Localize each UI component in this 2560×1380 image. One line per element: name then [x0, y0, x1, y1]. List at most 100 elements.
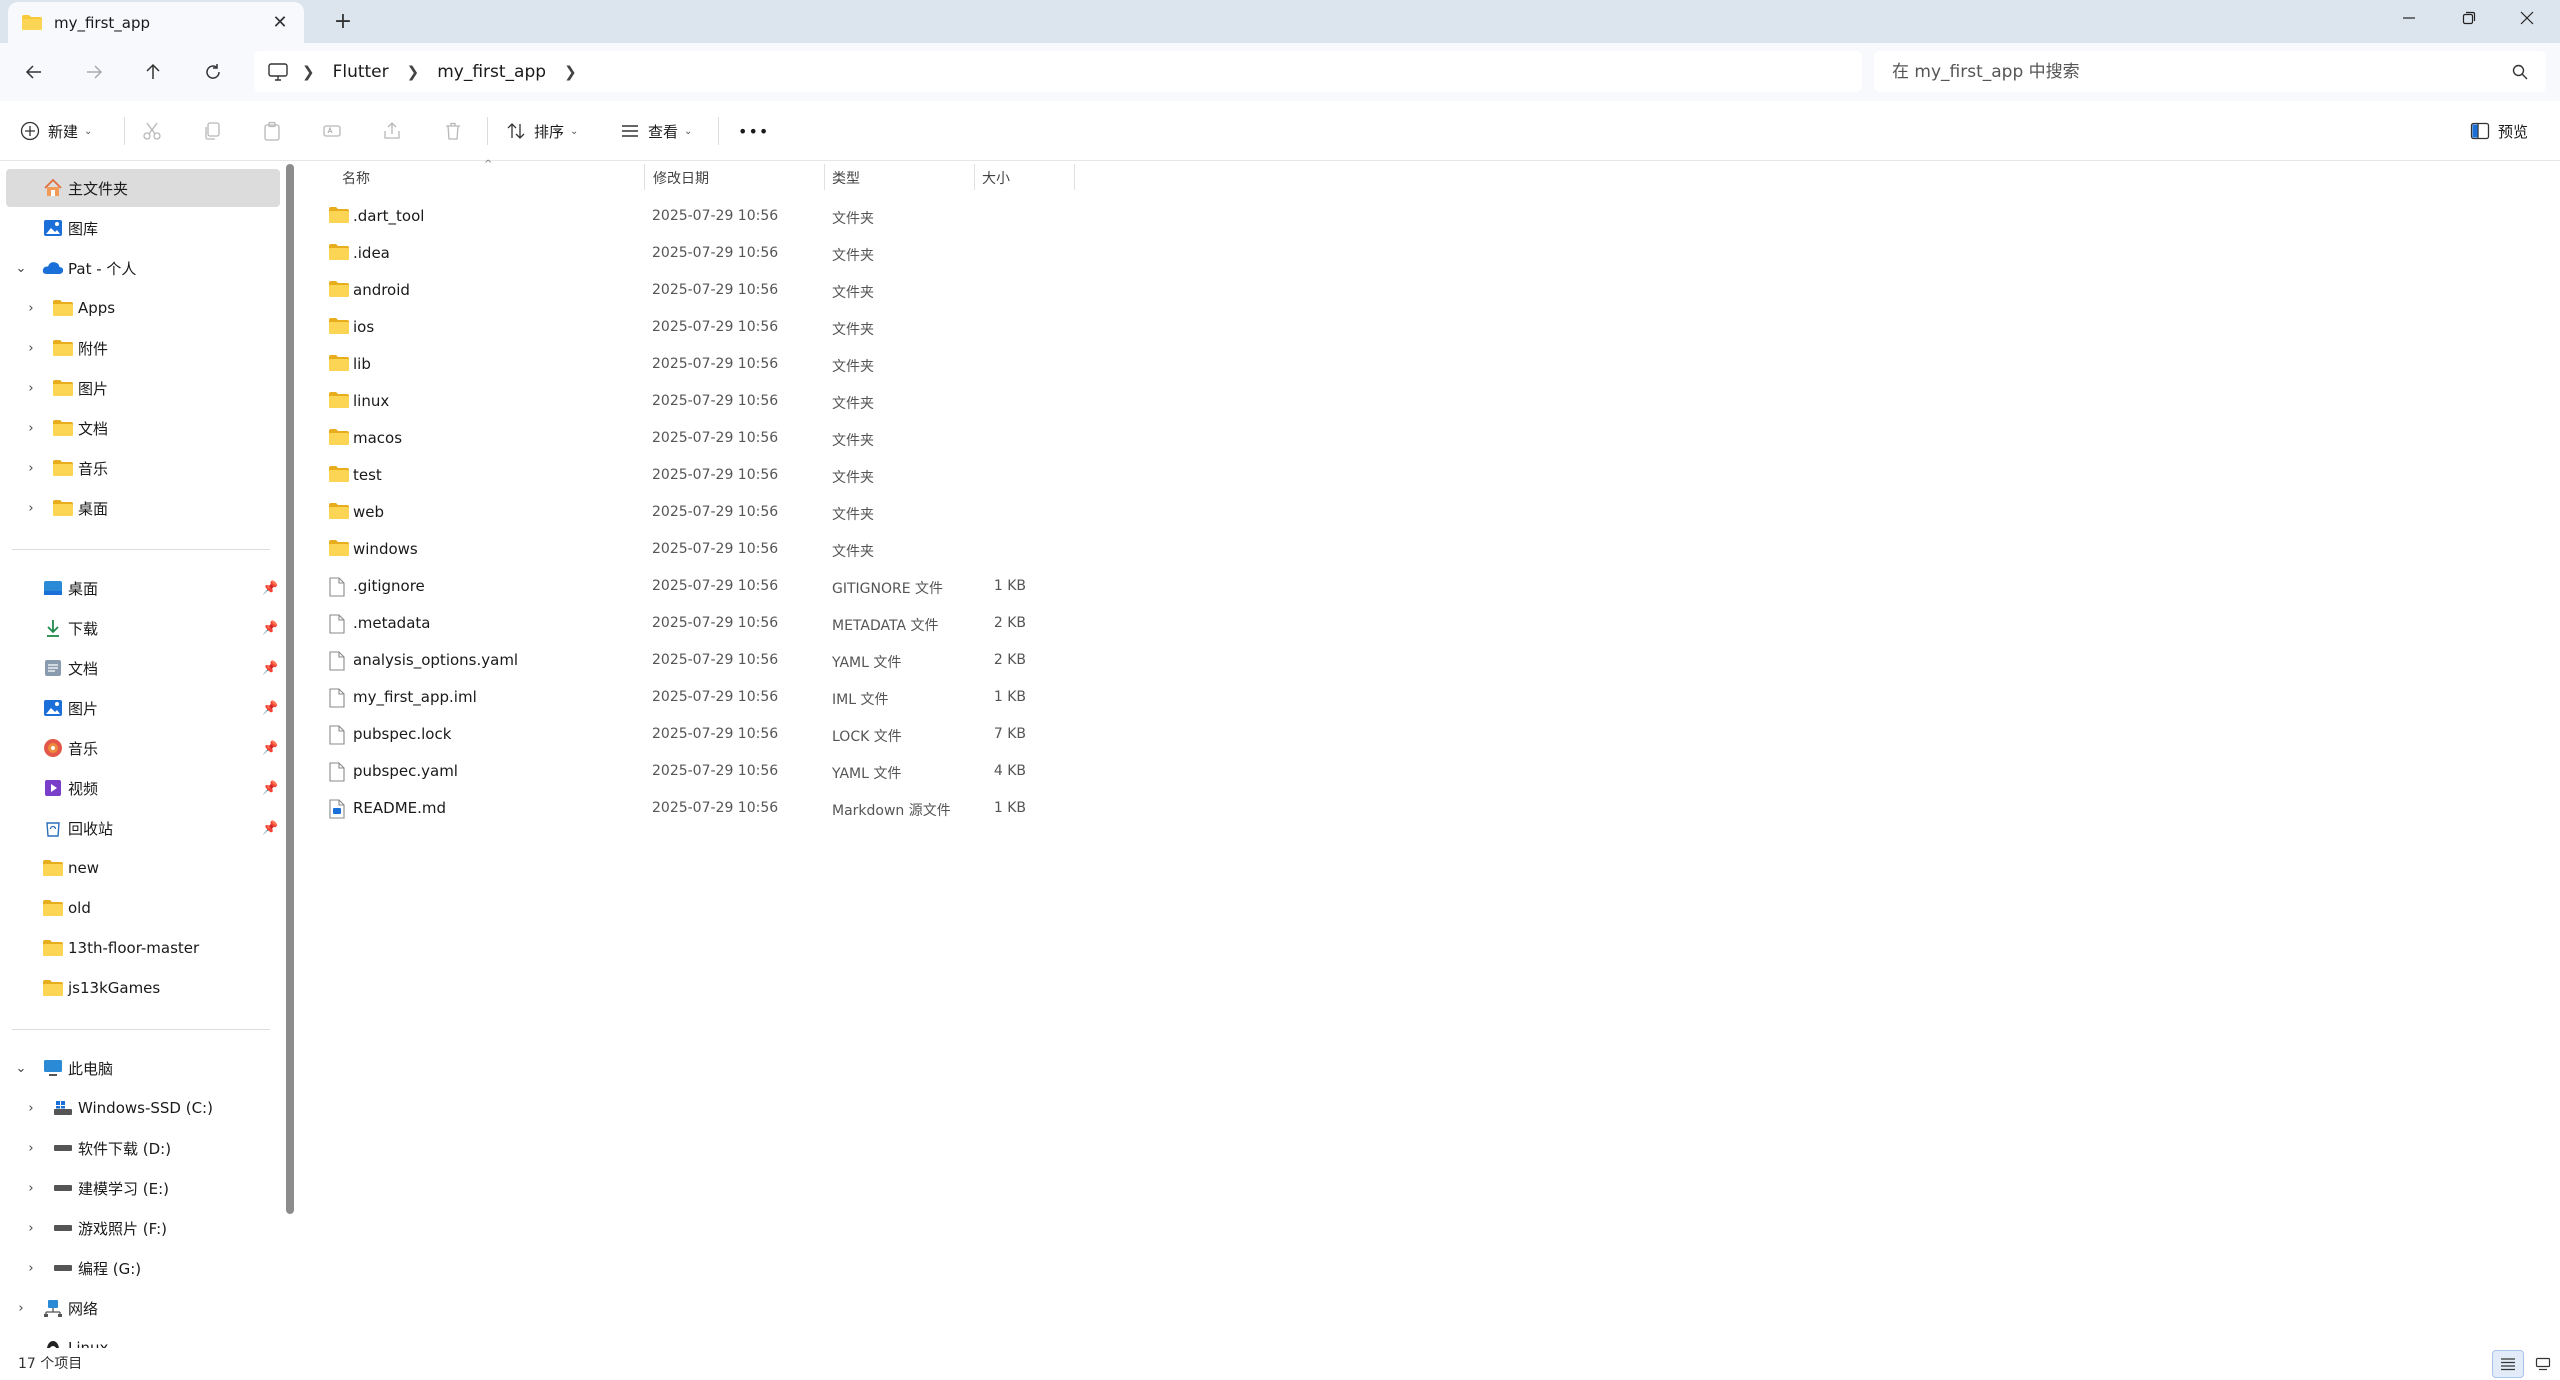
file-name[interactable]: .dart_tool [353, 207, 424, 225]
sidebar-scrollbar[interactable] [286, 164, 294, 1214]
sidebar-item-drive-f[interactable]: › 游戏照片 (F:) [6, 1209, 280, 1247]
pin-icon[interactable]: 📌 [262, 781, 278, 796]
file-name[interactable]: analysis_options.yaml [353, 651, 518, 669]
table-row[interactable]: README.md 2025-07-29 10:56 Markdown 源文件 1 K… [324, 790, 1104, 827]
pin-icon[interactable]: 📌 [262, 621, 278, 636]
details-view-button[interactable] [2492, 1350, 2524, 1378]
sidebar-item-recycle-bin[interactable]: 回收站 📌 [6, 809, 280, 847]
sidebar-item-onedrive-documents[interactable]: › 文档 [6, 409, 280, 447]
up-button[interactable] [137, 56, 169, 88]
file-name[interactable]: README.md [353, 799, 446, 817]
column-header-date[interactable]: 修改日期 [653, 168, 709, 188]
back-button[interactable] [18, 56, 50, 88]
pin-icon[interactable]: 📌 [262, 701, 278, 716]
chevron-right-icon[interactable]: › [24, 421, 38, 436]
delete-button[interactable] [443, 115, 463, 147]
breadcrumb[interactable]: ❯ Flutter ❯ my_first_app ❯ [254, 51, 1862, 92]
close-window-button[interactable] [2498, 0, 2556, 36]
chevron-right-icon[interactable]: › [24, 1221, 38, 1236]
chevron-down-icon[interactable]: ⌄ [14, 261, 28, 276]
table-row[interactable]: pubspec.yaml 2025-07-29 10:56 YAML 文件 4 KB [324, 753, 1104, 790]
column-header-type[interactable]: 类型 [832, 168, 860, 188]
new-button[interactable]: 新建 ⌄ [20, 115, 92, 147]
more-options-button[interactable]: ••• [738, 115, 769, 147]
large-icons-view-button[interactable] [2528, 1350, 2558, 1378]
new-tab-button[interactable]: + [328, 8, 358, 36]
minimize-button[interactable] [2380, 0, 2438, 36]
file-name[interactable]: .metadata [353, 614, 430, 632]
table-row[interactable]: macos 2025-07-29 10:56 文件夹 [324, 420, 1104, 457]
computer-icon[interactable] [268, 62, 288, 81]
column-resize-handle[interactable] [1074, 164, 1075, 190]
sidebar-item-onedrive-pictures[interactable]: › 图片 [6, 369, 280, 407]
chevron-right-icon[interactable]: ❯ [407, 63, 420, 81]
forward-button[interactable] [78, 56, 110, 88]
sidebar-item-home[interactable]: 主文件夹 [6, 169, 280, 207]
chevron-right-icon[interactable]: › [24, 1141, 38, 1156]
table-row[interactable]: ios 2025-07-29 10:56 文件夹 [324, 309, 1104, 346]
pin-icon[interactable]: 📌 [262, 661, 278, 676]
paste-button[interactable] [262, 115, 282, 147]
restore-button[interactable] [2440, 0, 2498, 36]
chevron-right-icon[interactable]: › [24, 341, 38, 356]
chevron-right-icon[interactable]: › [24, 1261, 38, 1276]
preview-button[interactable]: 预览 [2470, 115, 2528, 147]
file-name[interactable]: macos [353, 429, 402, 447]
sidebar-item-pictures[interactable]: 图片 📌 [6, 689, 280, 727]
sidebar-item-drive-d[interactable]: › 软件下载 (D:) [6, 1129, 280, 1167]
sidebar-item-onedrive-music[interactable]: › 音乐 [6, 449, 280, 487]
sidebar-item-drive-e[interactable]: › 建模学习 (E:) [6, 1169, 280, 1207]
sidebar-item-old[interactable]: old [6, 889, 280, 927]
share-button[interactable] [382, 115, 402, 147]
table-row[interactable]: web 2025-07-29 10:56 文件夹 [324, 494, 1104, 531]
sidebar-item-downloads[interactable]: 下载 📌 [6, 609, 280, 647]
file-name[interactable]: linux [353, 392, 389, 410]
chevron-right-icon[interactable]: ❯ [302, 63, 315, 81]
sidebar-item-attachments[interactable]: › 附件 [6, 329, 280, 367]
file-name[interactable]: pubspec.lock [353, 725, 451, 743]
sidebar-item-desktop[interactable]: 桌面 📌 [6, 569, 280, 607]
column-header-size[interactable]: 大小 [982, 168, 1010, 188]
table-row[interactable]: .dart_tool 2025-07-29 10:56 文件夹 [324, 198, 1104, 235]
chevron-right-icon[interactable]: › [24, 301, 38, 316]
sort-button[interactable]: 排序 ⌄ [506, 115, 578, 147]
file-name[interactable]: windows [353, 540, 418, 558]
copy-button[interactable] [202, 115, 222, 147]
table-row[interactable]: android 2025-07-29 10:56 文件夹 [324, 272, 1104, 309]
file-name[interactable]: ios [353, 318, 374, 336]
chevron-down-icon[interactable]: ⌄ [14, 1061, 28, 1076]
sidebar-item-videos[interactable]: 视频 📌 [6, 769, 280, 807]
chevron-right-icon[interactable]: › [24, 1181, 38, 1196]
sidebar-item-gallery[interactable]: 图库 [6, 209, 280, 247]
table-row[interactable]: .idea 2025-07-29 10:56 文件夹 [324, 235, 1104, 272]
sidebar-item-this-pc[interactable]: ⌄ 此电脑 [6, 1049, 280, 1087]
file-name[interactable]: web [353, 503, 384, 521]
search-box[interactable] [1874, 51, 2546, 92]
table-row[interactable]: lib 2025-07-29 10:56 文件夹 [324, 346, 1104, 383]
column-resize-handle[interactable] [644, 164, 645, 190]
sidebar-item-apps[interactable]: › Apps [6, 289, 280, 327]
table-row[interactable]: my_first_app.iml 2025-07-29 10:56 IML 文件 1 … [324, 679, 1104, 716]
sidebar-item-drive-g[interactable]: › 编程 (G:) [6, 1249, 280, 1287]
close-tab-icon[interactable]: ✕ [270, 12, 290, 33]
sidebar-item-network[interactable]: › 网络 [6, 1289, 280, 1327]
file-name[interactable]: pubspec.yaml [353, 762, 458, 780]
sidebar-item-13th-floor-master[interactable]: 13th-floor-master [6, 929, 280, 967]
table-row[interactable]: analysis_options.yaml 2025-07-29 10:56 YAM… [324, 642, 1104, 679]
pin-icon[interactable]: 📌 [262, 821, 278, 836]
table-row[interactable]: .gitignore 2025-07-29 10:56 GITIGNORE 文件 1 … [324, 568, 1104, 605]
rename-button[interactable] [322, 115, 342, 147]
sidebar-item-onedrive-desktop[interactable]: › 桌面 [6, 489, 280, 527]
chevron-right-icon[interactable]: › [24, 461, 38, 476]
table-row[interactable]: windows 2025-07-29 10:56 文件夹 [324, 531, 1104, 568]
table-row[interactable]: pubspec.lock 2025-07-29 10:56 LOCK 文件 7 KB [324, 716, 1104, 753]
table-row[interactable]: .metadata 2025-07-29 10:56 METADATA 文件 2 KB [324, 605, 1104, 642]
tab-my-first-app[interactable]: my_first_app ✕ [8, 2, 304, 43]
search-input[interactable] [1892, 61, 2512, 82]
file-name[interactable]: my_first_app.iml [353, 688, 477, 706]
sidebar-item-documents[interactable]: 文档 📌 [6, 649, 280, 687]
search-icon[interactable] [2512, 64, 2528, 80]
cut-button[interactable] [142, 115, 162, 147]
column-resize-handle[interactable] [824, 164, 825, 190]
pin-icon[interactable]: 📌 [262, 741, 278, 756]
